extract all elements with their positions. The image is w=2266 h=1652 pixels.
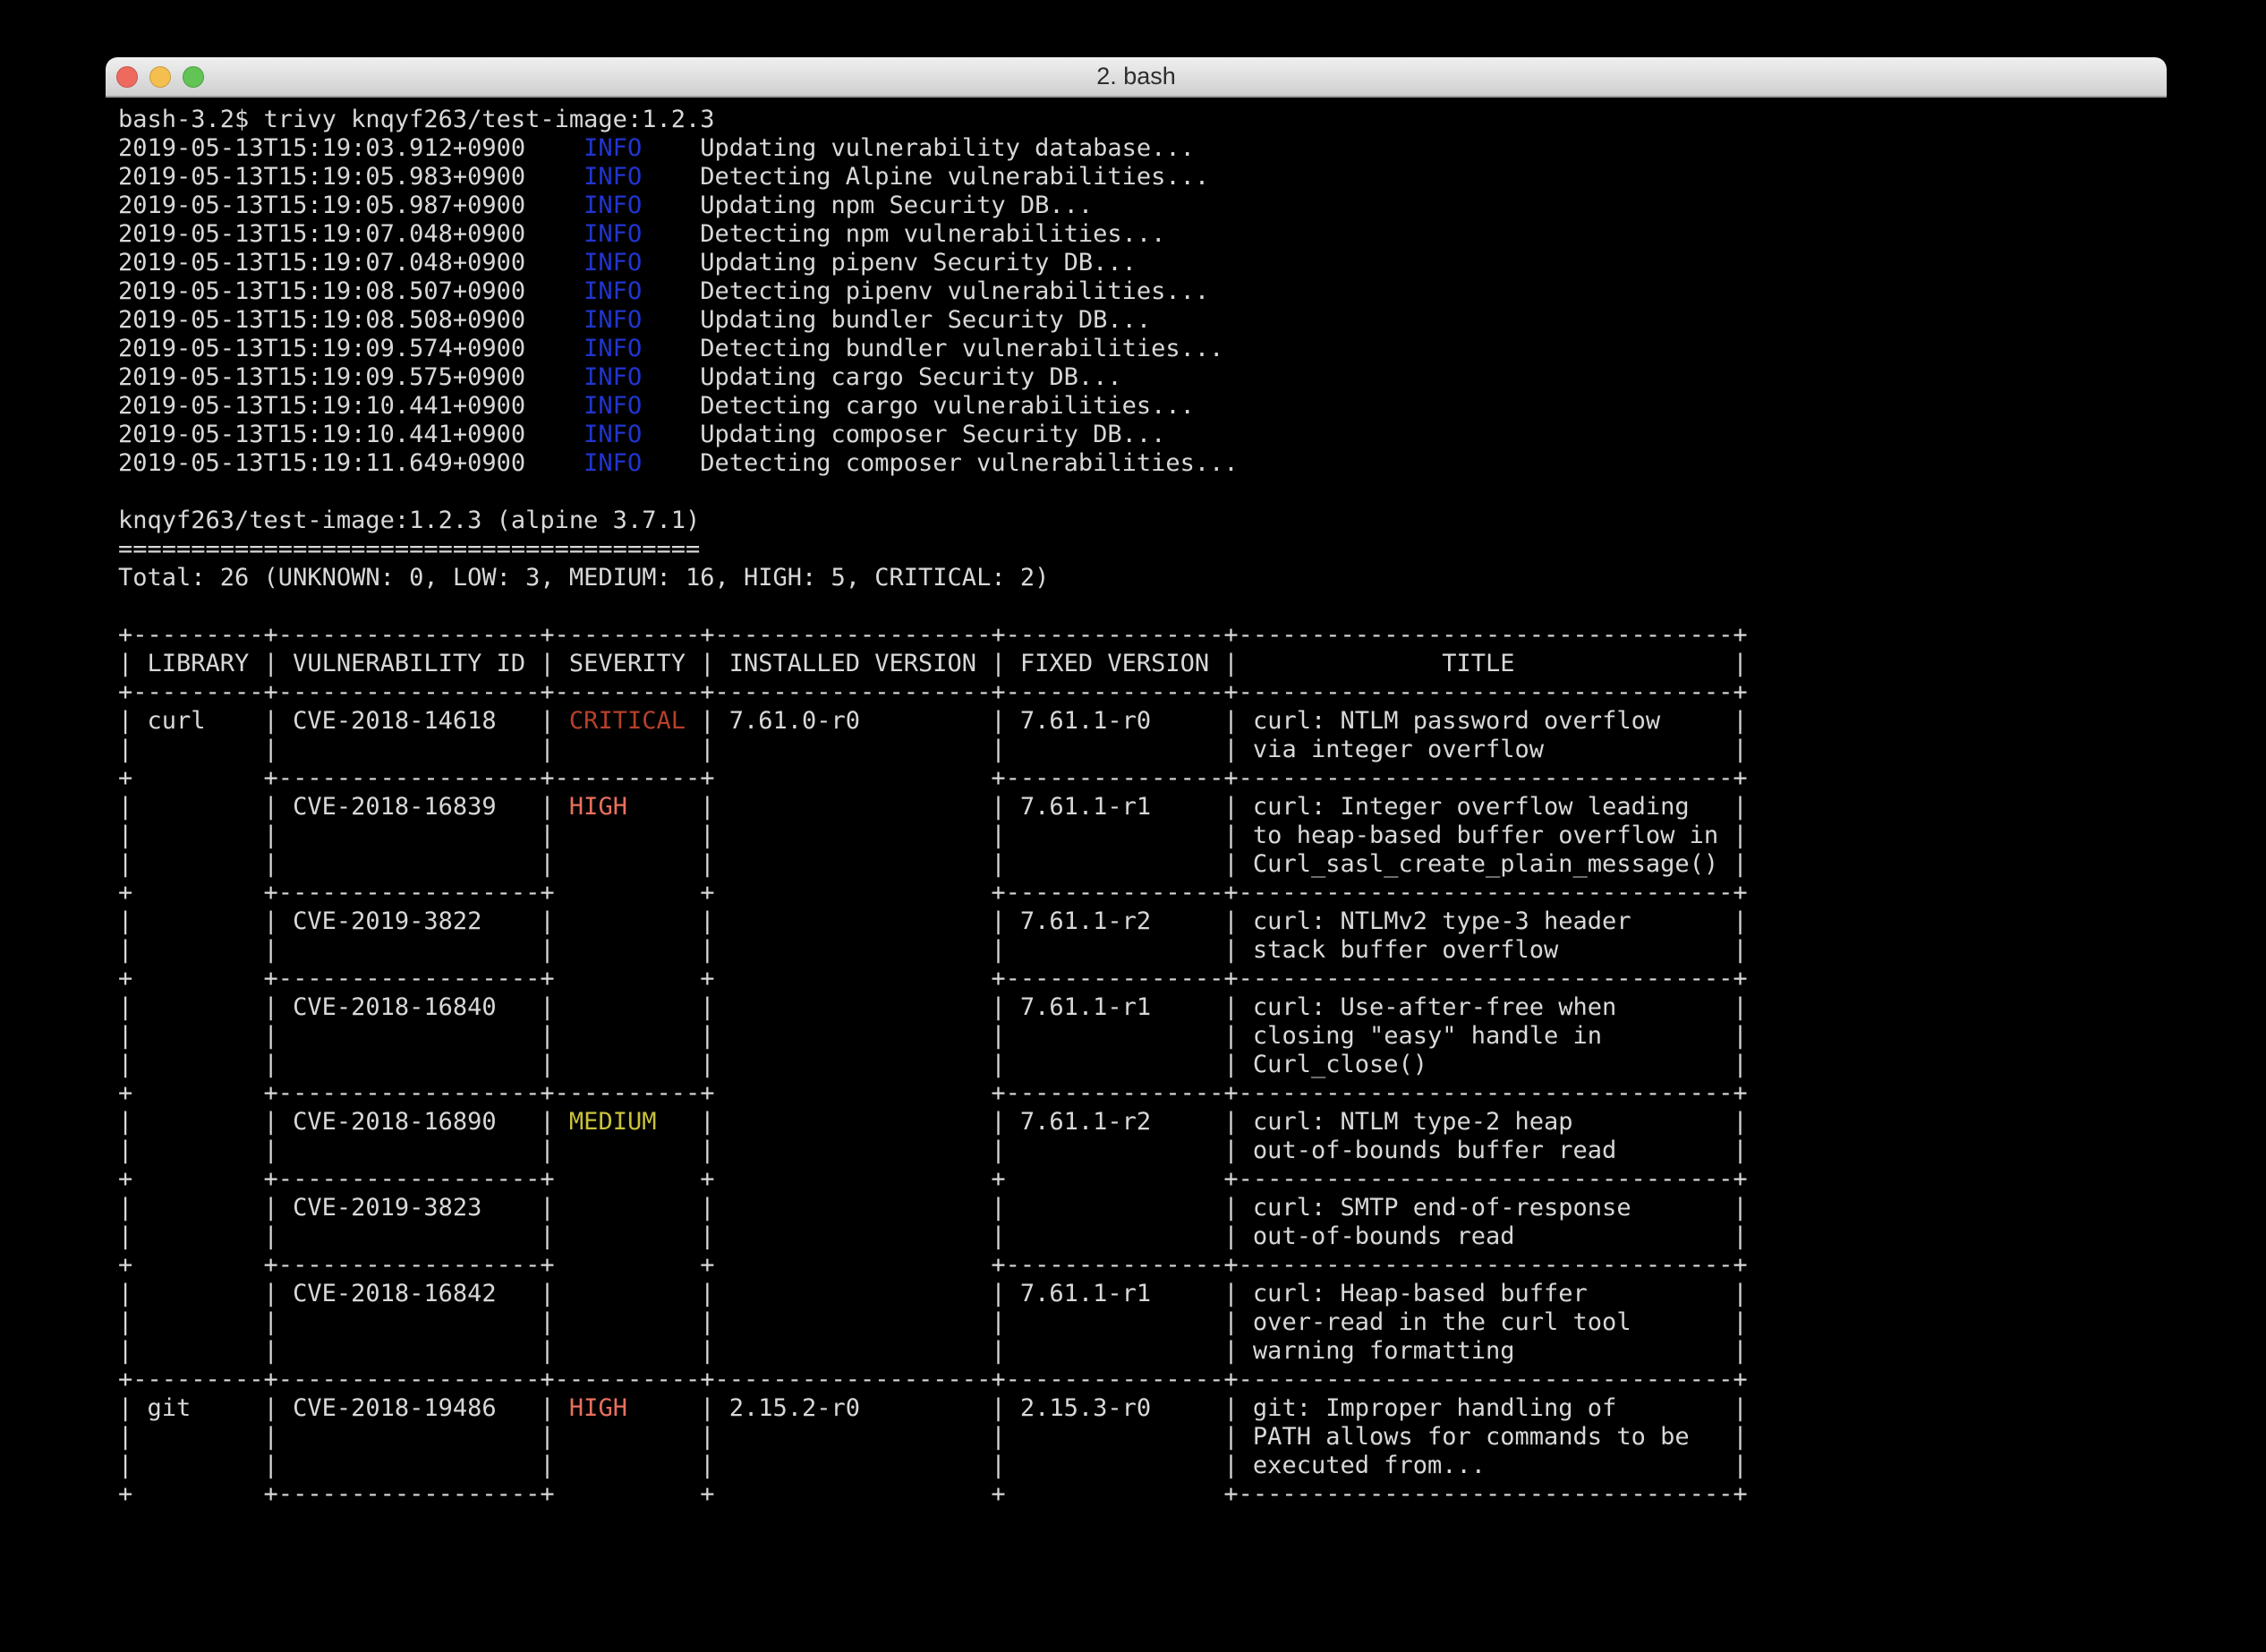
table-row-3-line-0: | | CVE-2018-16840 | | | 7.61.1-r1 | cur… bbox=[118, 993, 2167, 1022]
window-controls bbox=[116, 57, 204, 96]
table-row-3-line-1: | | | | | | closing "easy" handle in | bbox=[118, 1022, 2167, 1051]
terminal-window: 2. bash bash-3.2$ trivy knqyf263/test-im… bbox=[106, 57, 2167, 1652]
table-top-border: +---------+------------------+----------… bbox=[118, 621, 2167, 650]
table-row-2-line-0: | | CVE-2019-3822 | | | 7.61.1-r2 | curl… bbox=[118, 907, 2167, 936]
table-row-1-line-0: | | CVE-2018-16839 | HIGH | | 7.61.1-r1 … bbox=[118, 793, 2167, 822]
log-line-3: 2019-05-13T15:19:07.048+0900 INFO Detect… bbox=[118, 220, 2167, 249]
minimize-button[interactable] bbox=[149, 66, 171, 88]
table-row-5-separator: + +------------------+ + +--------------… bbox=[118, 1251, 2167, 1280]
table-row-3-separator: + +------------------+----------+ +-----… bbox=[118, 1079, 2167, 1108]
table-row-4-separator: + +------------------+ + + +------------… bbox=[118, 1165, 2167, 1194]
log-line-4: 2019-05-13T15:19:07.048+0900 INFO Updati… bbox=[118, 249, 2167, 277]
table-row-7-line-0: | git | CVE-2018-19486 | HIGH | 2.15.2-r… bbox=[118, 1394, 2167, 1423]
table-row-5-line-0: | | CVE-2019-3823 | | | | curl: SMTP end… bbox=[118, 1194, 2167, 1222]
table-row-7-line-2: | | | | | | executed from... | bbox=[118, 1452, 2167, 1480]
log-line-8: 2019-05-13T15:19:09.575+0900 INFO Updati… bbox=[118, 363, 2167, 392]
table-row-2-line-1: | | | | | | stack buffer overflow | bbox=[118, 936, 2167, 965]
log-line-10: 2019-05-13T15:19:10.441+0900 INFO Updati… bbox=[118, 421, 2167, 449]
log-line-6: 2019-05-13T15:19:08.508+0900 INFO Updati… bbox=[118, 306, 2167, 335]
table-header-separator: +---------+------------------+----------… bbox=[118, 678, 2167, 707]
table-row-0-separator: + +------------------+----------+ +-----… bbox=[118, 764, 2167, 793]
desktop: 2. bash bash-3.2$ trivy knqyf263/test-im… bbox=[0, 0, 2266, 1652]
table-header-row: | LIBRARY | VULNERABILITY ID | SEVERITY … bbox=[118, 650, 2167, 678]
blank-line bbox=[118, 478, 2167, 507]
table-row-1-separator: + +------------------+ + +--------------… bbox=[118, 879, 2167, 907]
close-button[interactable] bbox=[116, 66, 138, 88]
table-row-4-line-0: | | CVE-2018-16890 | MEDIUM | | 7.61.1-r… bbox=[118, 1108, 2167, 1137]
log-line-5: 2019-05-13T15:19:08.507+0900 INFO Detect… bbox=[118, 277, 2167, 306]
scan-summary-line: Total: 26 (UNKNOWN: 0, LOW: 3, MEDIUM: 1… bbox=[118, 564, 2167, 592]
table-row-6-line-1: | | | | | | over-read in the curl tool | bbox=[118, 1308, 2167, 1337]
log-line-1: 2019-05-13T15:19:05.983+0900 INFO Detect… bbox=[118, 163, 2167, 192]
command-line: bash-3.2$ trivy knqyf263/test-image:1.2.… bbox=[118, 106, 2167, 134]
table-row-6-line-2: | | | | | | warning formatting | bbox=[118, 1337, 2167, 1366]
log-line-11: 2019-05-13T15:19:11.649+0900 INFO Detect… bbox=[118, 449, 2167, 478]
table-row-1-line-1: | | | | | | to heap-based buffer overflo… bbox=[118, 822, 2167, 850]
scan-target-underline: ======================================== bbox=[118, 535, 2167, 564]
log-line-7: 2019-05-13T15:19:09.574+0900 INFO Detect… bbox=[118, 335, 2167, 363]
blank-line bbox=[118, 592, 2167, 621]
log-line-2: 2019-05-13T15:19:05.987+0900 INFO Updati… bbox=[118, 192, 2167, 220]
log-line-0: 2019-05-13T15:19:03.912+0900 INFO Updati… bbox=[118, 134, 2167, 163]
table-row-0-line-1: | | | | | | via integer overflow | bbox=[118, 736, 2167, 764]
table-row-1-line-2: | | | | | | Curl_sasl_create_plain_messa… bbox=[118, 850, 2167, 879]
table-row-6-separator: +---------+------------------+----------… bbox=[118, 1366, 2167, 1394]
table-row-7-line-1: | | | | | | PATH allows for commands to … bbox=[118, 1423, 2167, 1452]
zoom-button[interactable] bbox=[183, 66, 204, 88]
table-row-4-line-1: | | | | | | out-of-bounds buffer read | bbox=[118, 1137, 2167, 1165]
table-row-3-line-2: | | | | | | Curl_close() | bbox=[118, 1051, 2167, 1079]
table-row-2-separator: + +------------------+ + +--------------… bbox=[118, 965, 2167, 993]
table-row-7-separator: + +------------------+ + + +------------… bbox=[118, 1480, 2167, 1509]
log-line-9: 2019-05-13T15:19:10.441+0900 INFO Detect… bbox=[118, 392, 2167, 421]
table-row-0-line-0: | curl | CVE-2018-14618 | CRITICAL | 7.6… bbox=[118, 707, 2167, 736]
table-row-5-line-1: | | | | | | out-of-bounds read | bbox=[118, 1222, 2167, 1251]
window-title: 2. bash bbox=[1096, 63, 1176, 90]
table-row-6-line-0: | | CVE-2018-16842 | | | 7.61.1-r1 | cur… bbox=[118, 1280, 2167, 1308]
scan-target-line: knqyf263/test-image:1.2.3 (alpine 3.7.1) bbox=[118, 507, 2167, 535]
window-titlebar[interactable]: 2. bash bbox=[106, 57, 2167, 98]
terminal-content[interactable]: bash-3.2$ trivy knqyf263/test-image:1.2.… bbox=[106, 98, 2167, 1509]
